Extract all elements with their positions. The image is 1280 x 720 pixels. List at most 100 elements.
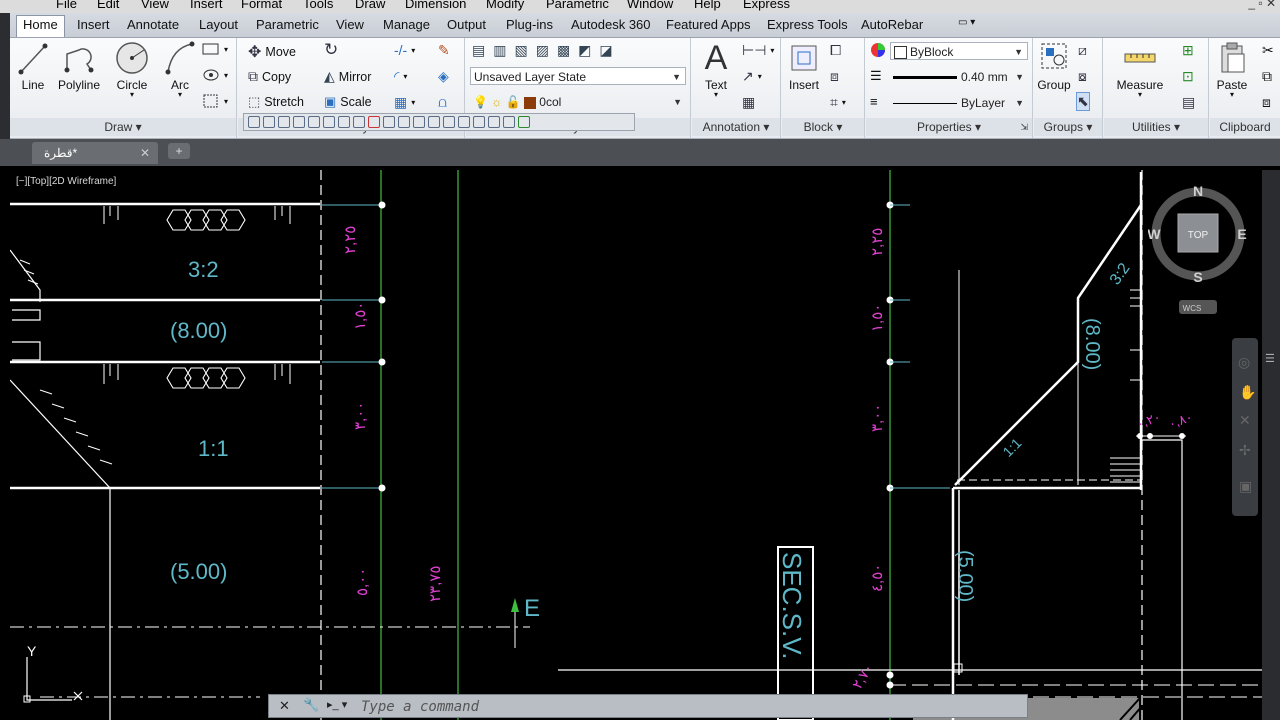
toolbar-tool-17-icon[interactable]: [488, 116, 500, 128]
tab-home[interactable]: Home: [16, 15, 65, 37]
toolbar-tool-15-icon[interactable]: [458, 116, 470, 128]
layer-state-select[interactable]: Unsaved Layer State ▼: [470, 67, 686, 85]
layer-isolate-icon[interactable]: ▨: [536, 42, 549, 59]
group-button[interactable]: Group: [1036, 40, 1072, 92]
window-controls[interactable]: _ ▫ ✕: [1248, 0, 1276, 10]
rectangle-dropdown-icon[interactable]: ▾: [224, 45, 228, 54]
menu-parametric[interactable]: Parametric: [546, 0, 609, 11]
groups-panel-title[interactable]: Groups ▾: [1034, 118, 1102, 136]
tab-annotate[interactable]: Annotate: [121, 16, 185, 33]
tab-parametric[interactable]: Parametric: [250, 16, 325, 33]
toolbar-tool-9-icon[interactable]: [368, 116, 380, 128]
attribute-dropdown-icon[interactable]: ▾: [842, 98, 846, 107]
toolbar-tool-8-icon[interactable]: [353, 116, 365, 128]
ribbon-toggle-icon[interactable]: ▭ ▾: [952, 16, 981, 29]
zoom-icon[interactable]: ✕: [1239, 412, 1251, 429]
menu-view[interactable]: View: [141, 0, 169, 11]
viewport-controls-label[interactable]: [−][Top][2D Wireframe]: [16, 176, 116, 187]
properties-launcher-icon[interactable]: ⇲: [1020, 118, 1028, 136]
pan-icon[interactable]: ✋: [1239, 384, 1256, 401]
match-properties-button[interactable]: ⧈: [1262, 94, 1271, 111]
tab-autodesk360[interactable]: Autodesk 360: [565, 16, 657, 33]
toolbar-tool-13-icon[interactable]: [428, 116, 440, 128]
menu-file[interactable]: File: [56, 0, 77, 11]
line-button[interactable]: Line: [16, 40, 50, 92]
arc-button[interactable]: Arc ▾: [160, 40, 200, 99]
command-history-icon[interactable]: ▸_ ▾: [327, 698, 347, 711]
layer-freeze-icon[interactable]: ◩: [578, 42, 591, 59]
trim-button[interactable]: -/- ▾: [394, 42, 415, 58]
tab-featured-apps[interactable]: Featured Apps: [660, 16, 757, 33]
compass-south[interactable]: S: [1193, 269, 1202, 285]
layer-lock-icon[interactable]: ◪: [599, 42, 612, 59]
table-button[interactable]: ▦: [742, 94, 755, 111]
layer-properties-icon[interactable]: ▤: [472, 42, 485, 59]
showmotion-icon[interactable]: ▣: [1239, 478, 1252, 495]
toolbar-tool-1-icon[interactable]: [248, 116, 260, 128]
vertical-scrollbar[interactable]: ☰: [1262, 170, 1280, 720]
tab-plugins[interactable]: Plug-ins: [500, 16, 559, 33]
leader-button[interactable]: ↗ ▾: [742, 68, 762, 85]
layer-previous-icon[interactable]: ▧: [514, 42, 527, 59]
tab-view[interactable]: View: [330, 16, 370, 33]
select-all-button[interactable]: ⊡: [1182, 68, 1194, 85]
menu-window[interactable]: Window: [627, 0, 673, 11]
layer-off-icon[interactable]: ▩: [557, 42, 570, 59]
create-block-button[interactable]: ⧠: [830, 42, 841, 59]
dimension-button[interactable]: ⊢⊣ ▾: [742, 42, 774, 59]
layer-match-icon[interactable]: ▥: [493, 42, 506, 59]
copy-clip-button[interactable]: ⧉: [1262, 68, 1272, 85]
viewcube[interactable]: TOP N S E W WCS: [1148, 180, 1252, 320]
attribute-button[interactable]: ⌗ ▾: [830, 94, 846, 111]
color-wheel-icon[interactable]: [870, 42, 886, 58]
array-button[interactable]: ▦ ▾: [394, 94, 415, 111]
erase-button[interactable]: ✎: [438, 42, 450, 59]
file-tab[interactable]: قطرة* ✕: [32, 142, 158, 164]
paste-button[interactable]: Paste ▾: [1212, 40, 1252, 99]
edit-block-button[interactable]: ⧈: [830, 68, 839, 85]
tab-autorebar[interactable]: AutoRebar: [855, 16, 929, 33]
toolbar-tool-11-icon[interactable]: [398, 116, 410, 128]
ungroup-button[interactable]: ⧄: [1078, 42, 1087, 59]
tab-manage[interactable]: Manage: [377, 16, 436, 33]
menu-modify[interactable]: Modify: [486, 0, 524, 11]
mirror-button[interactable]: ◭ Mirror: [324, 68, 371, 85]
utilities-panel-title[interactable]: Utilities ▾: [1104, 118, 1208, 136]
menu-draw[interactable]: Draw: [355, 0, 385, 11]
toolbar-tool-6-icon[interactable]: [323, 116, 335, 128]
toolbar-tool-19-icon[interactable]: [518, 116, 530, 128]
compass-east[interactable]: E: [1237, 226, 1246, 242]
toolbar-tool-2-icon[interactable]: [263, 116, 275, 128]
color-select[interactable]: ByBlock ▼: [890, 42, 1028, 60]
text-button[interactable]: A Text ▾: [696, 40, 736, 99]
quick-select-button[interactable]: ⊞: [1182, 42, 1194, 59]
tab-layout[interactable]: Layout: [193, 16, 244, 33]
menu-format[interactable]: Format: [241, 0, 282, 11]
close-tab-icon[interactable]: ✕: [140, 146, 150, 160]
compass-west[interactable]: W: [1148, 226, 1161, 242]
annotation-panel-title[interactable]: Annotation ▾: [692, 118, 780, 136]
menu-insert[interactable]: Insert: [190, 0, 223, 11]
draw-panel-title[interactable]: Draw ▾: [10, 118, 236, 136]
command-input[interactable]: [359, 697, 1023, 717]
toolbar-tool-10-icon[interactable]: [383, 116, 395, 128]
hatch-dropdown-icon[interactable]: ▾: [224, 97, 228, 106]
menu-tools[interactable]: Tools: [303, 0, 333, 11]
scroll-menu-icon[interactable]: ☰: [1265, 352, 1275, 365]
orbit-icon[interactable]: ✢: [1239, 442, 1251, 459]
polyline-button[interactable]: Polyline: [54, 40, 104, 92]
measure-button[interactable]: Measure ▾: [1110, 40, 1170, 99]
layer-select[interactable]: 💡 ☼ 🔓 0col ▼: [470, 93, 686, 111]
compass-north[interactable]: N: [1193, 183, 1203, 199]
new-tab-icon[interactable]: +: [168, 143, 190, 159]
toolbar-tool-12-icon[interactable]: [413, 116, 425, 128]
cut-button[interactable]: ✂: [1262, 42, 1274, 59]
steering-wheel-icon[interactable]: ◎: [1238, 354, 1250, 371]
menu-edit[interactable]: Edit: [97, 0, 119, 11]
clipboard-panel-title[interactable]: Clipboard: [1210, 118, 1280, 136]
tab-express-tools[interactable]: Express Tools: [761, 16, 854, 33]
block-panel-title[interactable]: Block ▾: [782, 118, 864, 136]
toolbar-tool-7-icon[interactable]: [338, 116, 350, 128]
lineweight-select[interactable]: 0.40 mm ▼: [890, 68, 1028, 86]
dimension-dropdown-icon[interactable]: ▾: [770, 46, 774, 55]
